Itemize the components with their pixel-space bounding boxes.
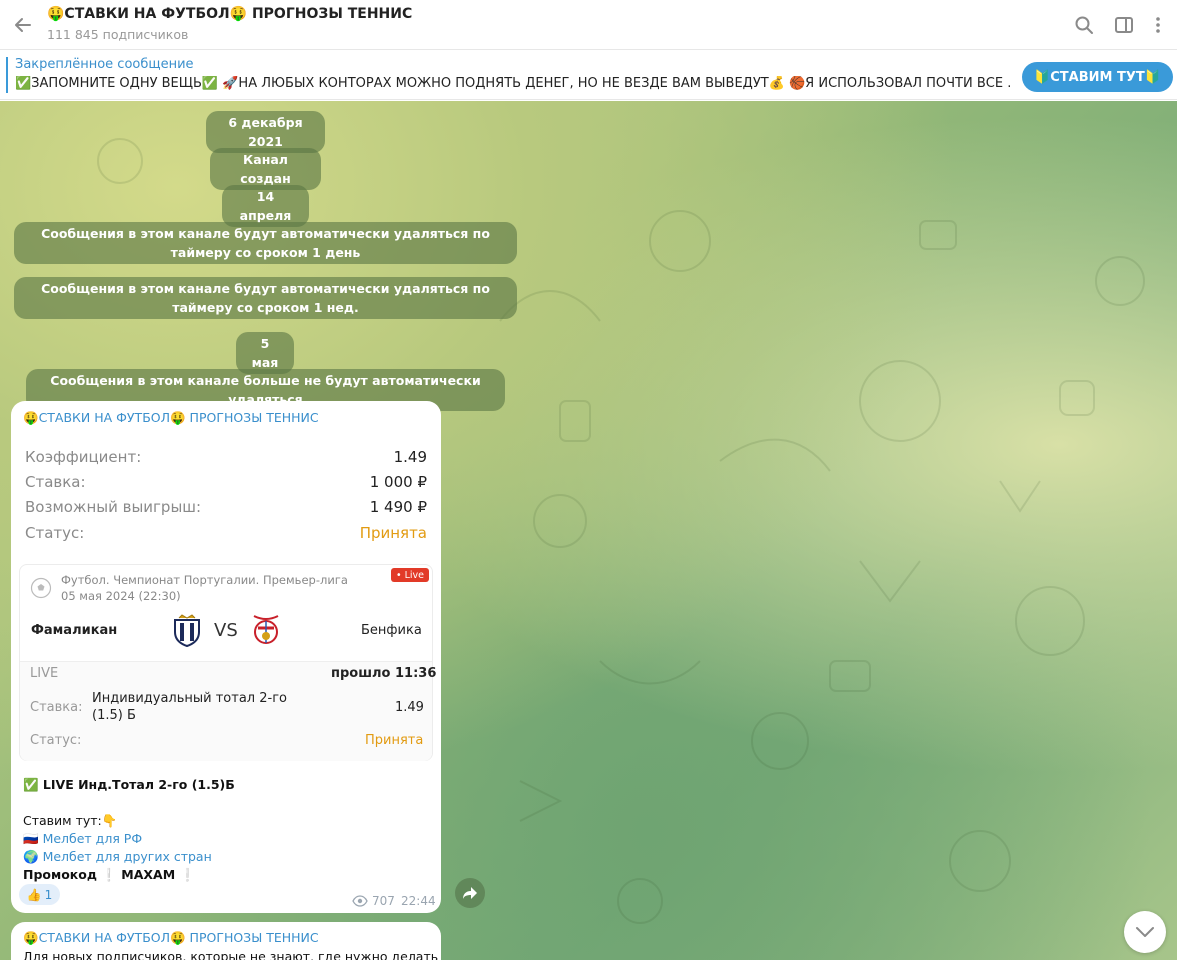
views-eye-icon: [352, 895, 368, 907]
away-team-logo: [253, 615, 279, 644]
home-team-logo: [174, 614, 200, 648]
pinned-text: ✅ЗАПОМНИТЕ ОДНУ ВЕЩЬ✅ 🚀НА ЛЮБЫХ КОНТОРАХ…: [15, 76, 1010, 91]
pinned-indicator: [6, 57, 8, 93]
card-bet-line2: (1.5) Б: [92, 708, 136, 723]
card-bet-line1: Индивидуальный тотал 2-го: [92, 691, 287, 706]
pinned-label: Закреплённое сообщение: [15, 57, 194, 72]
home-team-name: Фамаликан: [31, 623, 118, 638]
exclamation-icon: ❕: [179, 867, 196, 882]
service-message: Канал создан: [210, 148, 321, 190]
search-button[interactable]: [1071, 12, 1097, 38]
card-bet-label: Ставка:: [30, 700, 83, 715]
sidebar-toggle-button[interactable]: [1111, 12, 1137, 38]
message-line-live: ✅ LIVE Инд.Тотал 2-го (1.5)Б: [23, 777, 235, 792]
message-line-bet-here: Ставим тут:👇: [23, 813, 118, 828]
exclamation-icon: ❕: [101, 867, 117, 882]
date-separator: 5 мая: [236, 332, 294, 374]
view-count: 707: [372, 894, 395, 908]
away-team-name: Бенфика: [361, 623, 422, 638]
reaction-like[interactable]: 👍 1: [19, 884, 60, 905]
sidebar-icon: [1115, 17, 1133, 33]
flag-ru-icon: 🇷🇺: [23, 831, 39, 846]
globe-icon: 🌍: [23, 849, 39, 864]
card-status-value: Принята: [365, 733, 424, 748]
forward-button[interactable]: [455, 878, 485, 908]
bet-row-label: Коэффициент:: [25, 448, 142, 466]
search-icon: [1075, 16, 1093, 34]
message-channel-name[interactable]: 🤑СТАВКИ НА ФУТБОЛ🤑 ПРОГНОЗЫ ТЕННИС: [23, 410, 319, 426]
back-button[interactable]: [8, 10, 38, 40]
football-icon: [30, 577, 52, 599]
bet-row-label: Возможный выигрыш:: [25, 498, 202, 516]
reaction-count: 1: [44, 887, 53, 902]
bet-row-label: Ставка:: [25, 473, 86, 491]
bet-row-value: 1.49: [393, 448, 427, 466]
thumbs-up-icon: 👍: [26, 887, 42, 902]
chat-header: 🤑СТАВКИ НА ФУТБОЛ🤑 ПРОГНОЗЫ ТЕННИС 111 8…: [0, 0, 1177, 50]
melbet-world-link[interactable]: Мелбет для других стран: [43, 849, 212, 864]
bet-row-payout: Возможный выигрыш: 1 490 ₽: [25, 498, 427, 516]
message-time: 22:44: [401, 894, 436, 908]
melbet-ru-link[interactable]: Мелбет для РФ: [43, 831, 143, 846]
channel-title[interactable]: 🤑СТАВКИ НА ФУТБОЛ🤑 ПРОГНОЗЫ ТЕННИС: [47, 6, 412, 22]
bet-status-value: Принята: [359, 524, 427, 542]
message-text: Для новых подписчиков, которые не знают,…: [23, 949, 439, 960]
bet-row-value: 1 490 ₽: [369, 498, 427, 516]
scroll-down-button[interactable]: [1124, 911, 1166, 953]
promo-code[interactable]: MAXAM: [121, 867, 175, 882]
live-label: LIVE: [30, 666, 59, 681]
service-message: Сообщения в этом канале будут автоматиче…: [14, 222, 517, 264]
bet-row-odds: Коэффициент: 1.49: [25, 448, 427, 466]
live-badge: • Live: [391, 568, 429, 582]
elapsed-time: прошло 11:36: [331, 666, 437, 681]
bet-row-stake: Ставка: 1 000 ₽: [25, 473, 427, 491]
bet-row-status: Статус: Принята: [25, 524, 427, 542]
pinned-action-button[interactable]: 🔰СТАВИМ ТУТ🔰: [1022, 62, 1173, 92]
match-date: 05 мая 2024 (22:30): [61, 589, 181, 603]
link-row-ru: 🇷🇺 Мелбет для РФ: [23, 831, 142, 847]
bet-row-value: 1 000 ₽: [369, 473, 427, 491]
forward-icon: [463, 887, 477, 899]
bet-row-label: Статус:: [25, 524, 85, 542]
promo-row: Промокод ❕ MAXAM ❕: [23, 867, 195, 883]
more-button[interactable]: [1145, 12, 1171, 38]
versus-label: VS: [214, 620, 238, 641]
date-separator: 14 апреля: [222, 185, 309, 227]
card-bet-odds: 1.49: [395, 700, 424, 715]
subscriber-count: 111 845 подписчиков: [47, 27, 189, 42]
date-separator: 6 декабря 2021: [206, 111, 325, 153]
service-message: Сообщения в этом канале будут автоматиче…: [14, 277, 517, 319]
pinned-message-bar[interactable]: Закреплённое сообщение ✅ЗАПОМНИТЕ ОДНУ В…: [0, 51, 1177, 100]
more-vertical-icon: [1156, 17, 1160, 33]
chevron-down-icon: [1136, 927, 1154, 937]
message-channel-name[interactable]: 🤑СТАВКИ НА ФУТБОЛ🤑 ПРОГНОЗЫ ТЕННИС: [23, 930, 319, 946]
promo-label: Промокод: [23, 867, 97, 882]
league-name: Футбол. Чемпионат Португалии. Премьер-ли…: [61, 573, 348, 587]
link-row-world: 🌍 Мелбет для других стран: [23, 849, 212, 865]
card-status-label: Статус:: [30, 733, 82, 748]
arrow-left-icon: [15, 18, 31, 32]
